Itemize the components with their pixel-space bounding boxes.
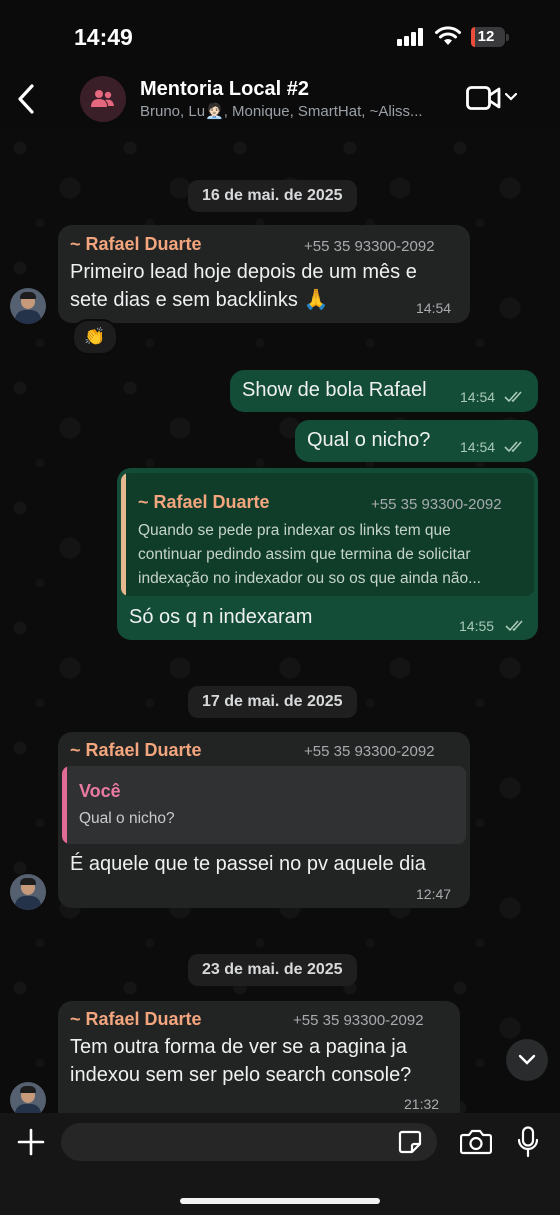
double-check-icon: [505, 620, 523, 632]
double-check-icon: [504, 441, 522, 453]
sender-name[interactable]: ~ Rafael Duarte: [70, 1009, 202, 1030]
video-call-icon[interactable]: [466, 86, 502, 110]
message-text: indexou sem ser pelo search console?: [70, 1064, 412, 1086]
group-icon: [91, 90, 114, 107]
date-separator: 17 de mai. de 2025: [188, 686, 357, 718]
scroll-to-bottom-button[interactable]: [506, 1039, 548, 1081]
quoted-text: Quando se pede pra indexar os links tem …: [138, 522, 451, 539]
message-text: Qual o nicho?: [307, 429, 431, 451]
message-time: 14:55: [459, 618, 495, 634]
chat-header: Mentoria Local #2 Bruno, Lu🧑🏻‍💼, Monique…: [0, 70, 560, 128]
chat-title[interactable]: Mentoria Local #2: [140, 78, 309, 101]
battery-icon: 12: [471, 27, 509, 47]
quoted-message[interactable]: Você Qual o nicho?: [62, 766, 466, 844]
composer-bar: [0, 1113, 560, 1215]
message-time: 21:32: [404, 1096, 440, 1112]
sticker-icon[interactable]: [398, 1130, 422, 1154]
status-bar: 14:49 12: [0, 0, 560, 70]
quoted-text: indexação no indexador ou so os que aind…: [138, 570, 481, 587]
status-time: 14:49: [74, 24, 133, 50]
chat-members[interactable]: Bruno, Lu🧑🏻‍💼, Monique, SmartHat, ~Aliss…: [140, 102, 455, 120]
sender-name[interactable]: ~ Rafael Duarte: [70, 740, 202, 761]
sender-phone: +55 35 93300-2092: [304, 743, 435, 760]
outgoing-message[interactable]: Qual o nicho? 14:54: [295, 420, 538, 462]
home-indicator: [180, 1198, 380, 1204]
date-separator: 16 de mai. de 2025: [188, 180, 357, 212]
group-avatar[interactable]: [80, 76, 126, 122]
sender-name[interactable]: ~ Rafael Duarte: [70, 234, 202, 255]
outgoing-message[interactable]: Show de bola Rafael 14:54: [230, 370, 538, 412]
incoming-reply-message[interactable]: ~ Rafael Duarte +55 35 93300-2092 Você Q…: [58, 732, 470, 908]
plus-icon[interactable]: [16, 1127, 46, 1157]
quoted-sender: ~ Rafael Duarte: [138, 492, 270, 512]
quoted-text: continuar pedindo assim que termina de s…: [138, 546, 471, 563]
reaction-badge[interactable]: 👏: [72, 319, 118, 355]
chevron-down-icon: [518, 1054, 536, 1065]
sender-avatar[interactable]: [10, 288, 46, 324]
sender-phone: +55 35 93300-2092: [293, 1012, 424, 1029]
sender-avatar[interactable]: [10, 874, 46, 910]
incoming-message[interactable]: ~ Rafael Duarte +55 35 93300-2092 Tem ou…: [58, 1001, 460, 1113]
battery-level: 12: [477, 28, 495, 45]
message-text: É aquele que te passei no pv aquele dia: [70, 853, 426, 875]
message-text: Primeiro lead hoje depois de um mês e: [70, 261, 417, 283]
cellular-signal-icon: [397, 28, 423, 46]
message-time: 14:54: [460, 389, 496, 405]
wifi-icon: [435, 26, 461, 45]
back-chevron-icon[interactable]: [14, 82, 38, 116]
message-text: sete dias e sem backlinks 🙏: [70, 289, 329, 311]
message-text: Só os q n indexaram: [129, 606, 313, 628]
quoted-phone: +55 35 93300-2092: [371, 496, 502, 513]
outgoing-reply-message[interactable]: ~ Rafael Duarte +55 35 93300-2092 Quando…: [117, 468, 538, 640]
message-input[interactable]: [61, 1123, 437, 1161]
chevron-down-icon[interactable]: [505, 92, 517, 102]
message-text: Tem outra forma de ver se a pagina ja: [70, 1036, 407, 1058]
message-text: Show de bola Rafael: [242, 379, 427, 401]
sender-phone: +55 35 93300-2092: [304, 238, 435, 255]
quoted-message[interactable]: ~ Rafael Duarte +55 35 93300-2092 Quando…: [121, 473, 534, 596]
camera-icon[interactable]: [460, 1129, 492, 1155]
incoming-message[interactable]: ~ Rafael Duarte +55 35 93300-2092 Primei…: [58, 225, 470, 323]
double-check-icon: [504, 391, 522, 403]
quoted-sender: Você: [79, 781, 121, 801]
message-time: 14:54: [416, 300, 452, 316]
date-separator: 23 de mai. de 2025: [188, 954, 357, 986]
message-time: 12:47: [416, 886, 452, 902]
quoted-text: Qual o nicho?: [79, 810, 175, 827]
message-time: 14:54: [460, 439, 496, 455]
microphone-icon[interactable]: [517, 1126, 539, 1158]
